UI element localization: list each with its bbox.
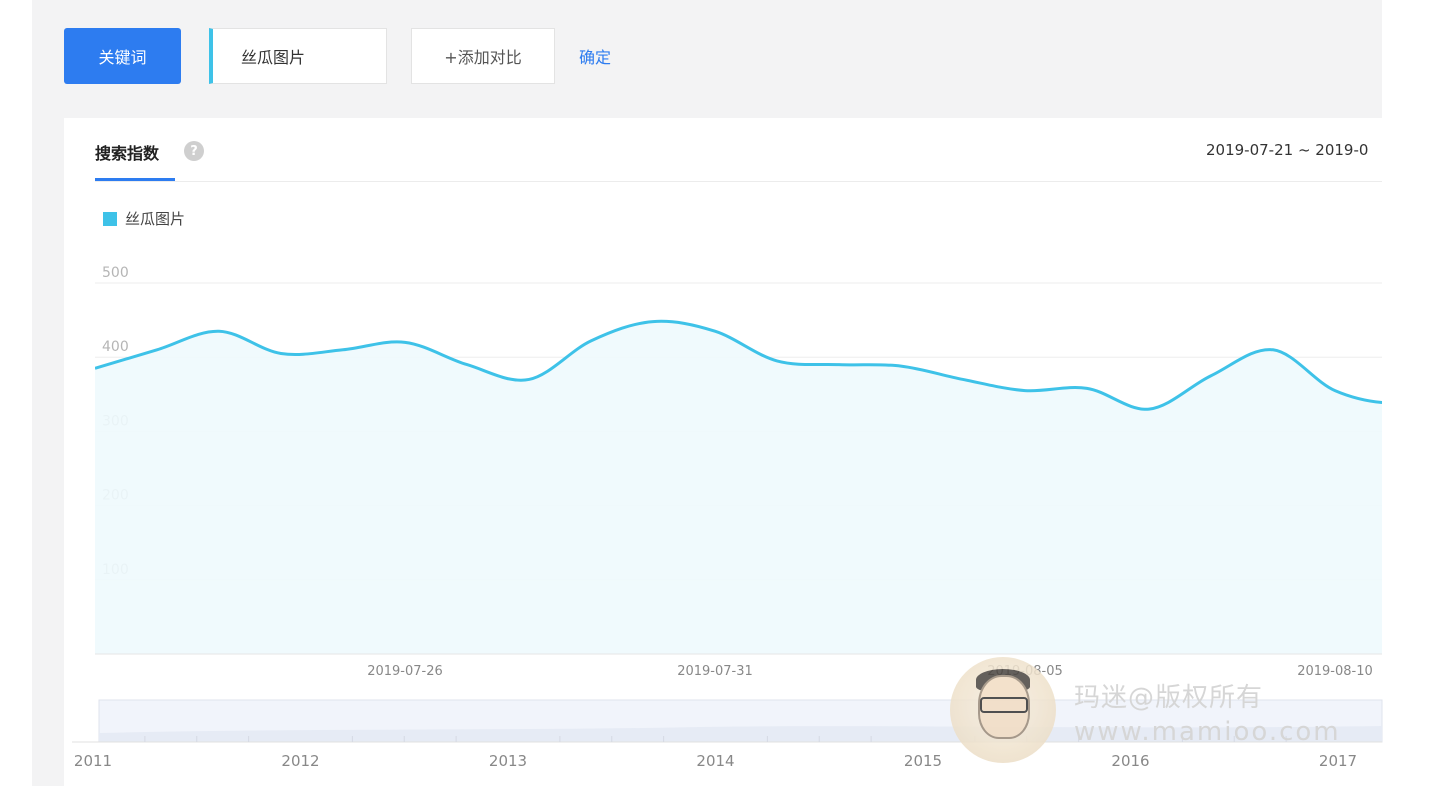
- data-point: [588, 338, 594, 344]
- data-point: [278, 350, 284, 356]
- data-point: [1208, 373, 1214, 379]
- data-point: [960, 376, 966, 382]
- data-point: [1084, 385, 1090, 391]
- navigator-year-label: 2012: [281, 752, 319, 770]
- y-tick-label: 400: [102, 339, 129, 355]
- data-point: [216, 328, 222, 334]
- data-point: [836, 362, 842, 368]
- data-point: [1270, 347, 1276, 353]
- navigator-year-label: 2015: [904, 752, 942, 770]
- data-point: [340, 347, 346, 353]
- x-tick-label: 2019-08-10: [1297, 664, 1373, 679]
- x-tick-label: 2019-07-31: [677, 664, 753, 679]
- data-point: [92, 365, 98, 371]
- data-point: [402, 339, 408, 345]
- data-point: [650, 319, 656, 325]
- data-point: [898, 363, 904, 369]
- data-point: [154, 347, 160, 353]
- data-point: [1022, 388, 1028, 394]
- series-area: [95, 321, 1382, 654]
- navigator-year-label: 2016: [1111, 752, 1149, 770]
- y-tick-label: 500: [102, 265, 129, 281]
- data-point: [712, 328, 718, 334]
- data-point: [1332, 388, 1338, 394]
- data-point: [464, 362, 470, 368]
- x-tick-label: 2019-07-26: [367, 664, 443, 679]
- navigator-year-label: 2017: [1319, 752, 1357, 770]
- data-point: [1146, 406, 1152, 412]
- navigator-year-label: 2013: [489, 752, 527, 770]
- navigator-year-label: 2011: [74, 752, 112, 770]
- data-point: [774, 358, 780, 364]
- navigator-year-label: 2014: [696, 752, 734, 770]
- x-tick-label: 2019-08-05: [987, 664, 1063, 679]
- data-point: [526, 376, 532, 382]
- search-index-chart: 1002003004005002019-07-262019-07-312019-…: [72, 265, 1383, 770]
